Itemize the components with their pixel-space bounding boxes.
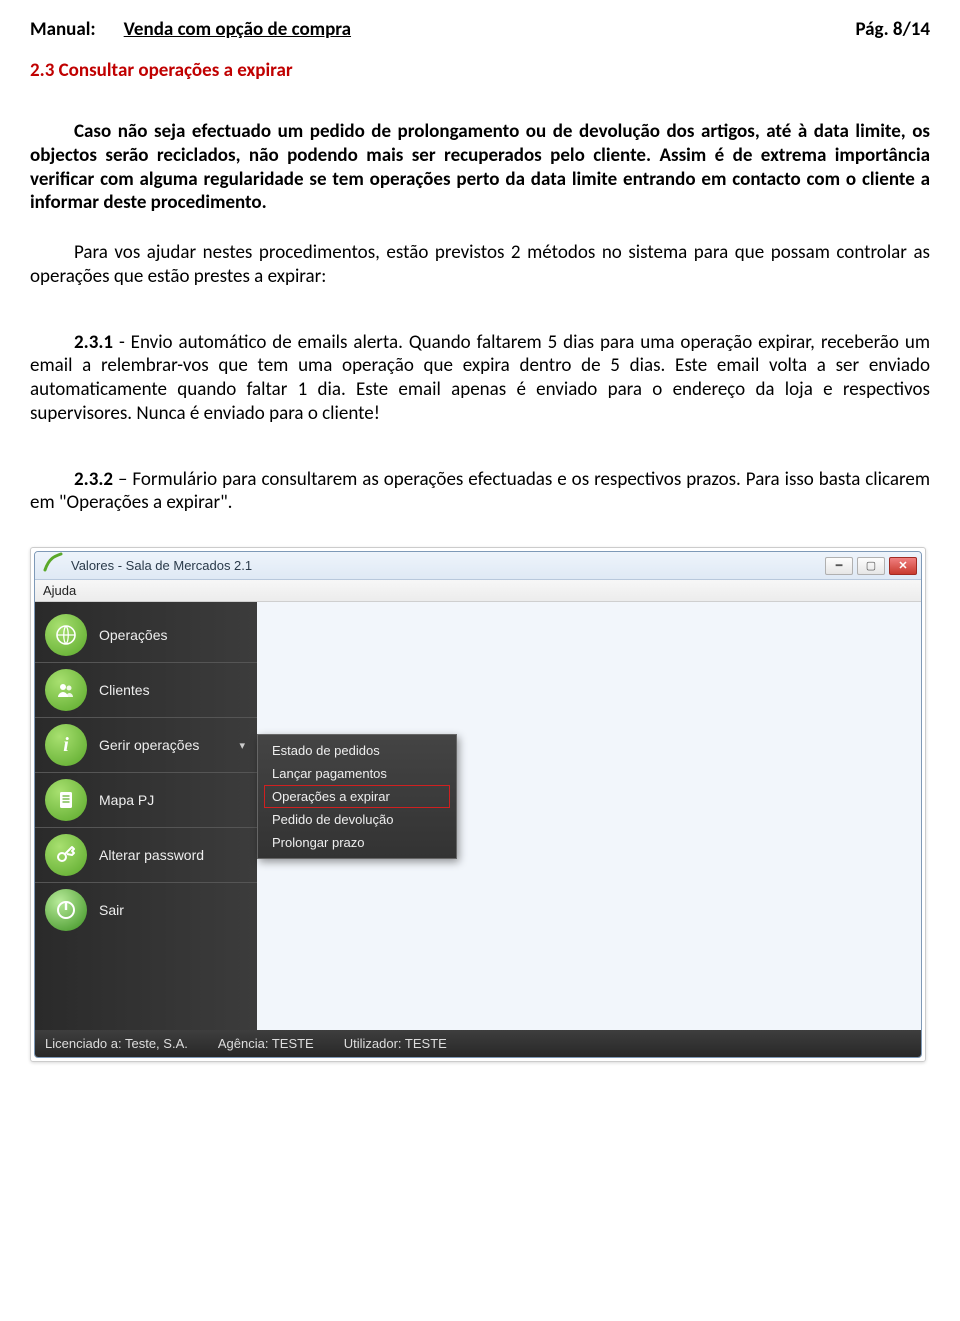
app-icon: [41, 552, 65, 579]
submenu-item-estado-pedidos[interactable]: Estado de pedidos: [258, 739, 456, 762]
app-screenshot: Valores - Sala de Mercados 2.1 ━ ▢ ✕ Aju…: [30, 547, 926, 1062]
document-icon: [45, 779, 87, 821]
paragraph-4-label: 2.3.2: [74, 468, 113, 491]
info-icon: i: [45, 724, 87, 766]
maximize-button[interactable]: ▢: [857, 557, 885, 575]
sidebar-item-sair[interactable]: Sair: [35, 883, 257, 937]
status-utilizador: Utilizador: TESTE: [344, 1036, 447, 1051]
paragraph-2: Para vos ajudar nestes procedimentos, es…: [30, 241, 930, 289]
sidebar-item-mapa-pj[interactable]: Mapa PJ: [35, 773, 257, 828]
status-agencia: Agência: TESTE: [218, 1036, 314, 1051]
sidebar-item-operacoes[interactable]: Operações: [35, 608, 257, 663]
submenu-gerir-operacoes: Estado de pedidos Lançar pagamentos Oper…: [257, 734, 457, 859]
sidebar-item-clientes[interactable]: Clientes: [35, 663, 257, 718]
header-title: Venda com opção de compra: [124, 18, 351, 41]
titlebar: Valores - Sala de Mercados 2.1 ━ ▢ ✕: [35, 552, 921, 580]
submenu-item-operacoes-expirar[interactable]: Operações a expirar: [264, 785, 450, 808]
chevron-down-icon: ▾: [239, 739, 245, 752]
paragraph-1: Caso não seja efectuado um pedido de pro…: [30, 120, 930, 215]
page-header: Manual: Venda com opção de compra Pág. 8…: [30, 18, 930, 41]
paragraph-3: 2.3.1 - Envio automático de emails alert…: [30, 331, 930, 426]
sidebar-item-label: Clientes: [99, 682, 245, 698]
sidebar-item-label: Operações: [99, 627, 245, 643]
paragraph-3-body: - Envio automático de emails alerta. Qua…: [30, 331, 930, 425]
content-area: Operações Clientes i Gerir operações ▾: [35, 602, 921, 1030]
sidebar-item-label: Gerir operações: [99, 737, 227, 753]
header-label: Manual:: [30, 18, 96, 41]
paragraph-4-body: – Formulário para consultarem as operaçõ…: [30, 468, 930, 515]
globe-icon: [45, 614, 87, 656]
sidebar-item-label: Sair: [99, 902, 245, 918]
submenu-item-lancar-pagamentos[interactable]: Lançar pagamentos: [258, 762, 456, 785]
section-heading: 2.3 Consultar operações a expirar: [30, 59, 930, 82]
sidebar-item-alterar-password[interactable]: Alterar password: [35, 828, 257, 883]
window-title: Valores - Sala de Mercados 2.1: [71, 558, 252, 573]
statusbar: Licenciado a: Teste, S.A. Agência: TESTE…: [35, 1030, 921, 1057]
sidebar-item-gerir-operacoes[interactable]: i Gerir operações ▾: [35, 718, 257, 773]
sidebar: Operações Clientes i Gerir operações ▾: [35, 602, 257, 1030]
key-icon: [45, 834, 87, 876]
window-controls: ━ ▢ ✕: [825, 557, 917, 575]
menu-help[interactable]: Ajuda: [43, 583, 76, 598]
svg-text:i: i: [63, 734, 69, 756]
sidebar-item-label: Alterar password: [99, 847, 245, 863]
power-icon: [45, 889, 87, 931]
sidebar-item-label: Mapa PJ: [99, 792, 245, 808]
menubar: Ajuda: [35, 580, 921, 602]
submenu-item-pedido-devolucao[interactable]: Pedido de devolução: [258, 808, 456, 831]
paragraph-3-label: 2.3.1: [74, 331, 113, 354]
status-licenciado: Licenciado a: Teste, S.A.: [45, 1036, 188, 1051]
submenu-item-prolongar-prazo[interactable]: Prolongar prazo: [258, 831, 456, 854]
paragraph-4: 2.3.2 – Formulário para consultarem as o…: [30, 468, 930, 516]
close-button[interactable]: ✕: [889, 557, 917, 575]
users-icon: [45, 669, 87, 711]
app-window: Valores - Sala de Mercados 2.1 ━ ▢ ✕ Aju…: [34, 551, 922, 1058]
minimize-button[interactable]: ━: [825, 557, 853, 575]
page-number: Pág. 8/14: [855, 18, 930, 41]
